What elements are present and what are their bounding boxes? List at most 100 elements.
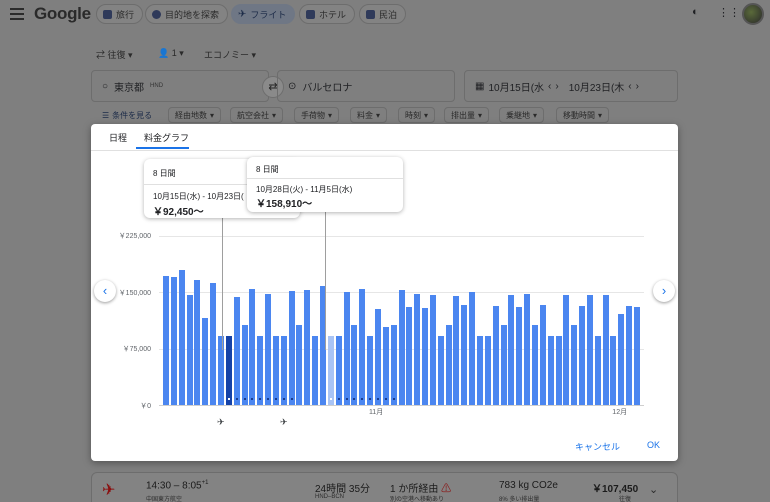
trip-span-marker — [267, 398, 270, 400]
price-bar[interactable] — [225, 335, 232, 405]
price-bar[interactable] — [327, 335, 334, 405]
price-bar[interactable] — [618, 314, 625, 405]
filter-airlines[interactable]: 航空会社 ▾ — [230, 107, 284, 123]
avatar[interactable] — [742, 3, 764, 25]
price-bar[interactable] — [445, 324, 452, 405]
filter-connecting[interactable]: 乗継地 ▾ — [499, 107, 545, 123]
price-bar[interactable] — [555, 335, 562, 405]
price-bar[interactable] — [257, 335, 264, 405]
price-bar[interactable] — [579, 305, 586, 405]
price-bar[interactable] — [610, 335, 617, 405]
price-bar[interactable] — [249, 288, 256, 405]
origin-field[interactable]: ○ 東京都 HND — [91, 70, 269, 102]
expand-chevron-icon[interactable]: ⌄ — [649, 483, 658, 496]
price-bar[interactable] — [500, 324, 507, 405]
departure-plane-icon: ✈ — [217, 417, 225, 427]
price-bar[interactable] — [296, 324, 303, 405]
price-bar[interactable] — [398, 290, 405, 405]
flight-price: ￥107,450 — [592, 484, 639, 495]
destination-field[interactable]: ⊙ バルセロナ — [277, 70, 455, 102]
price-bar[interactable] — [186, 295, 193, 405]
flight-route: HND–BCN — [315, 494, 345, 500]
trip-span-marker — [282, 398, 285, 400]
price-bar[interactable] — [374, 308, 381, 405]
price-bar[interactable] — [422, 308, 429, 405]
price-bar[interactable] — [563, 295, 570, 405]
price-bar[interactable] — [414, 293, 421, 405]
price-bar[interactable] — [163, 275, 169, 405]
price-bar[interactable] — [194, 279, 201, 405]
price-bar[interactable] — [233, 296, 240, 405]
price-bar[interactable] — [335, 335, 342, 405]
filter-times[interactable]: 時刻 ▾ — [398, 107, 436, 123]
price-bar[interactable] — [406, 306, 413, 405]
price-bar[interactable] — [272, 335, 279, 405]
chip-explore[interactable]: 目的地を探索 — [145, 4, 229, 24]
price-bar[interactable] — [602, 295, 609, 405]
price-bar[interactable] — [516, 306, 523, 405]
price-bar[interactable] — [524, 293, 531, 405]
price-bar[interactable] — [492, 305, 499, 405]
price-bar[interactable] — [586, 295, 593, 405]
chevron-right-icon[interactable]: › — [555, 81, 558, 92]
price-bar[interactable] — [202, 317, 209, 405]
price-bar[interactable] — [343, 292, 350, 405]
price-bar[interactable] — [241, 324, 248, 405]
filter-emissions[interactable]: 排出量 ▾ — [444, 107, 490, 123]
price-bar[interactable] — [508, 294, 515, 405]
dark-mode-icon[interactable]: ◐ — [692, 6, 704, 18]
ok-button[interactable]: OK — [647, 440, 660, 450]
price-bar[interactable] — [359, 289, 366, 405]
price-bar[interactable] — [531, 324, 538, 405]
price-bar[interactable] — [477, 335, 483, 405]
price-bar[interactable] — [170, 277, 177, 405]
filter-stops[interactable]: 経由地数 ▾ — [168, 107, 222, 123]
price-bar[interactable] — [217, 335, 224, 405]
price-bar[interactable] — [178, 269, 185, 405]
price-bar[interactable] — [547, 335, 554, 405]
price-bar[interactable] — [594, 335, 601, 405]
price-bar[interactable] — [429, 295, 436, 405]
price-bar[interactable] — [265, 293, 272, 405]
price-bar[interactable] — [280, 335, 287, 405]
price-bar[interactable] — [626, 305, 633, 405]
filter-duration[interactable]: 移動時間 ▾ — [556, 107, 610, 123]
chevron-left-icon[interactable]: ‹ — [548, 81, 551, 92]
price-bar[interactable] — [539, 305, 546, 405]
price-bar[interactable] — [304, 290, 311, 405]
price-bar[interactable] — [390, 324, 397, 405]
price-bar[interactable] — [634, 306, 640, 405]
price-bar[interactable] — [367, 335, 374, 405]
chart-next-button[interactable]: › — [653, 280, 675, 302]
chip-rentals[interactable]: 民泊 — [359, 4, 407, 24]
filter-bags[interactable]: 手荷物 ▾ — [294, 107, 340, 123]
date-field[interactable]: ▦ 10月15日(水 ‹ › 10月23日(木 ‹ › — [464, 70, 678, 102]
chevron-right-icon[interactable]: › — [636, 81, 639, 92]
chip-flights[interactable]: ✈ フライト — [231, 4, 296, 24]
trip-type-select[interactable]: ⇄ 往復 ▾ — [96, 48, 133, 61]
filter-price[interactable]: 料金 ▾ — [350, 107, 388, 123]
cabin-select[interactable]: エコノミー ▾ — [204, 48, 256, 61]
price-bar[interactable] — [288, 290, 295, 405]
menu-icon[interactable] — [10, 8, 24, 20]
price-bar[interactable] — [453, 296, 460, 405]
google-logo[interactable]: Google — [34, 4, 91, 24]
price-bar[interactable] — [312, 335, 319, 405]
chip-hotels[interactable]: ホテル — [299, 4, 356, 24]
chevron-left-icon[interactable]: ‹ — [628, 81, 631, 92]
price-bar[interactable] — [571, 324, 578, 405]
price-bar[interactable] — [469, 292, 476, 405]
cancel-button[interactable]: キャンセル — [575, 440, 620, 453]
price-bar[interactable] — [382, 326, 389, 405]
chart-prev-button[interactable]: ‹ — [94, 280, 116, 302]
all-filters-button[interactable]: ☰ 条件を見る — [96, 107, 158, 123]
price-bar[interactable] — [210, 283, 217, 405]
price-bar[interactable] — [437, 335, 444, 405]
price-bar[interactable] — [351, 324, 358, 405]
chip-travel[interactable]: 旅行 — [96, 4, 144, 24]
passenger-select[interactable]: 👤 1 ▾ — [158, 48, 184, 59]
apps-grid-icon[interactable]: ⋮⋮ — [718, 6, 740, 19]
price-bar[interactable] — [461, 305, 468, 405]
price-bar[interactable] — [484, 335, 491, 405]
flight-result-card[interactable]: ✈ 14:30 – 8:05+1 中国東方航空 24時間 35分 HND–BCN… — [91, 472, 678, 502]
